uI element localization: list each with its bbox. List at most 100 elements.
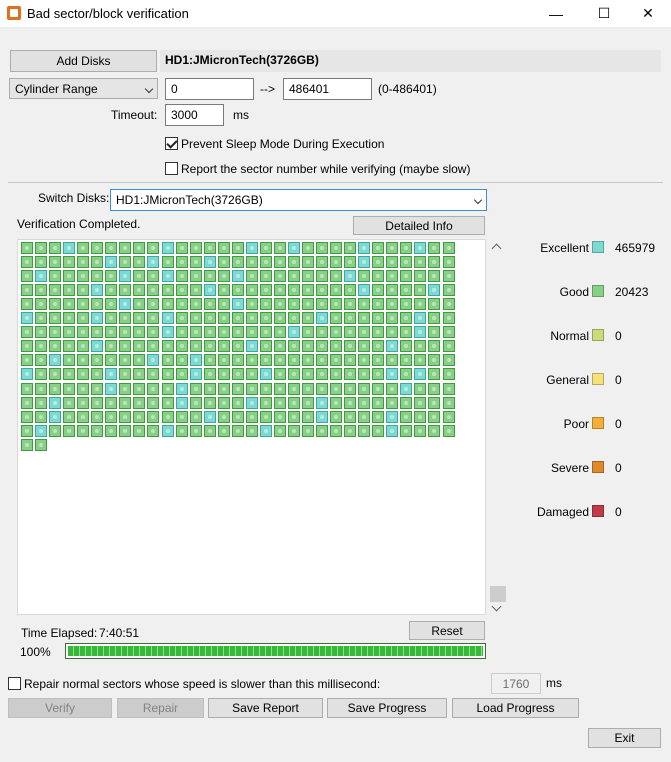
range-start-input[interactable]: 0 (165, 78, 254, 100)
range-mode-select[interactable]: Cylinder Range (9, 78, 158, 99)
switch-disks-select[interactable]: HD1:JMicronTech(3726GB) (110, 189, 487, 211)
block-cell (105, 312, 118, 325)
block-cell (330, 354, 343, 367)
block-cell (119, 256, 132, 269)
legend-value: 0 (615, 505, 622, 519)
prevent-sleep-checkbox[interactable] (165, 137, 178, 150)
block-cell (21, 354, 33, 367)
elapsed-label: Time Elapsed: (21, 626, 98, 640)
block-cell (133, 396, 146, 409)
save-progress-button[interactable]: Save Progress (327, 698, 447, 718)
grid-scrollbar[interactable] (490, 239, 506, 615)
repair-threshold-input[interactable]: 1760 (491, 673, 541, 694)
block-cell (259, 270, 272, 283)
range-end-input[interactable]: 486401 (283, 78, 372, 100)
timeout-input[interactable]: 3000 (165, 104, 224, 126)
block-cell (245, 382, 258, 395)
block-cell (316, 270, 329, 283)
block-cell (414, 256, 427, 269)
block-cell (189, 396, 202, 409)
block-cell (330, 340, 343, 353)
block-cell (21, 368, 33, 381)
block-cell (147, 368, 160, 381)
block-cell (372, 284, 385, 297)
chevron-down-icon (473, 195, 483, 205)
block-cell (358, 242, 371, 254)
block-cell (119, 270, 132, 283)
legend-label: Damaged (536, 505, 589, 519)
block-cell (358, 410, 371, 423)
block-cell (358, 312, 371, 325)
exit-button[interactable]: Exit (588, 728, 661, 748)
add-disks-button[interactable]: Add Disks (10, 50, 157, 72)
scroll-down-icon[interactable] (491, 601, 502, 612)
block-cell (91, 312, 104, 325)
block-cell (161, 424, 174, 437)
report-sector-checkbox[interactable] (165, 162, 178, 175)
block-cell (217, 354, 230, 367)
block-cell (358, 256, 371, 269)
block-cell (302, 284, 314, 297)
block-cell (49, 242, 62, 254)
block-cell (287, 354, 300, 367)
block-cell (245, 326, 258, 339)
block-cell (231, 326, 244, 339)
minimize-button[interactable]: — (533, 0, 579, 27)
close-button[interactable]: ✕ (625, 0, 671, 27)
repair-slow-checkbox[interactable] (8, 677, 21, 690)
block-cell (316, 326, 329, 339)
block-cell (35, 312, 48, 325)
maximize-button[interactable]: ☐ (581, 0, 627, 27)
block-cell (189, 368, 202, 381)
block-cell (231, 270, 244, 283)
repair-button[interactable]: Repair (117, 698, 204, 718)
block-cell (91, 242, 104, 254)
block-cell (77, 270, 90, 283)
block-cell (442, 410, 455, 423)
block-cell (273, 284, 286, 297)
block-cell (316, 424, 329, 437)
block-cell (259, 410, 272, 423)
scroll-up-icon[interactable] (491, 243, 502, 254)
block-cell (91, 340, 104, 353)
scroll-thumb[interactable] (490, 586, 506, 602)
block-cell (386, 270, 399, 283)
block-cell (442, 270, 455, 283)
block-cell (414, 242, 427, 254)
block-cell (21, 298, 33, 311)
block-cell (21, 326, 33, 339)
block-cell (77, 382, 90, 395)
block-cell (105, 256, 118, 269)
legend-value: 0 (615, 417, 622, 431)
block-cell (49, 298, 62, 311)
block-cell (21, 242, 33, 254)
block-cell (119, 354, 132, 367)
block-cell (91, 284, 104, 297)
block-cell (49, 284, 62, 297)
block-cell (21, 382, 33, 395)
block-cell (442, 256, 455, 269)
block-cell (161, 382, 174, 395)
load-progress-button[interactable]: Load Progress (452, 698, 579, 718)
block-cell (273, 312, 286, 325)
block-cell (133, 340, 146, 353)
block-cell (372, 354, 385, 367)
block-cell (414, 326, 427, 339)
block-cell (119, 382, 132, 395)
block-cell (386, 312, 399, 325)
block-cell (105, 284, 118, 297)
block-cell (273, 326, 286, 339)
block-cell (77, 242, 90, 254)
block-cell (21, 424, 33, 437)
block-cell (273, 354, 286, 367)
block-cell (49, 340, 62, 353)
block-cell (119, 410, 132, 423)
reset-button[interactable]: Reset (409, 621, 485, 640)
save-report-button[interactable]: Save Report (208, 698, 323, 718)
detailed-info-button[interactable]: Detailed Info (353, 216, 485, 235)
block-cell (105, 340, 118, 353)
verify-button[interactable]: Verify (8, 698, 112, 718)
block-cell (372, 424, 385, 437)
block-cell (105, 396, 118, 409)
block-cell (316, 256, 329, 269)
